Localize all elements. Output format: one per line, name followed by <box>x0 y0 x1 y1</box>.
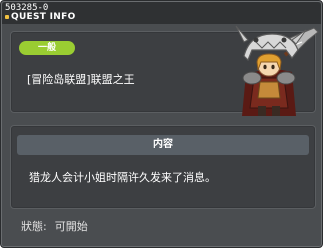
window-title: QUEST INFO <box>11 12 76 22</box>
quest-content-panel: 内容 猎龙人会计小姐时隔许久发来了消息。 <box>10 125 316 209</box>
content-header: 内容 <box>17 135 309 155</box>
quest-name: [冒险岛联盟]联盟之王 <box>27 73 135 86</box>
quest-category-badge: 一般 <box>19 41 75 55</box>
status-value: 可開始 <box>54 220 88 233</box>
quest-status: 狀態: 可開始 <box>21 220 88 233</box>
content-text: 猎龙人会计小姐时隔许久发来了消息。 <box>29 171 216 184</box>
quest-info-window: 503285-0 QUEST INFO 一般 [冒险岛联盟]联盟之王 内容 猎龙… <box>0 0 323 248</box>
npc-portrait-icon <box>235 25 319 116</box>
status-label: 狀態: <box>21 220 47 233</box>
title-marker-icon <box>5 15 9 19</box>
